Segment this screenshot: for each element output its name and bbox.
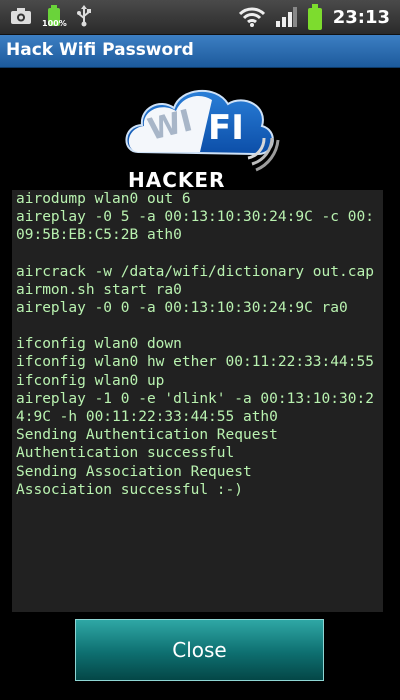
app-title: Hack Wifi Password <box>6 40 194 60</box>
terminal-line: Authentication successful <box>16 445 235 462</box>
terminal-line: Sending Authentication Request <box>16 427 278 444</box>
logo-word-hacker: HACKER <box>128 168 226 192</box>
wifi-icon <box>238 7 265 27</box>
terminal-line: aircrack -w /data/wifi/dictionary out.ca… <box>16 263 374 280</box>
signal-icon <box>275 7 297 27</box>
title-bar: Hack Wifi Password <box>0 35 400 68</box>
wifi-hacker-logo: WI FI HACKER <box>120 78 280 192</box>
terminal-line: ifconfig wlan0 hw ether 00:11:22:33:44:5… <box>16 354 374 371</box>
terminal-line: airodump wlan0 out 6 <box>16 191 191 207</box>
terminal-line: aireplay -0 0 -a 00:13:10:30:24:9C ra0 <box>16 300 348 317</box>
battery-percent: 100% <box>42 19 67 28</box>
terminal-line: aireplay -1 0 -e 'dlink' -a 00:13:10:30:… <box>16 390 374 426</box>
terminal-line: Association successful :-) <box>16 481 243 498</box>
terminal-line: ifconfig wlan0 up <box>16 372 165 389</box>
logo-word-fi: FI <box>208 108 244 148</box>
terminal-line: aireplay -0 5 -a 00:13:10:30:24:9C -c 00… <box>16 209 374 244</box>
close-button[interactable]: Close <box>75 619 324 681</box>
terminal-output: airodump wlan0 out 6 aireplay -0 5 -a 00:… <box>12 190 383 612</box>
camera-icon <box>11 8 31 24</box>
clock: 23:13 <box>332 6 390 28</box>
terminal-line: airmon.sh start ra0 <box>16 281 182 298</box>
terminal-line: Sending Association Request <box>16 463 252 480</box>
battery-icon: 100% <box>42 5 67 28</box>
terminal-text: airodump wlan0 out 6 aireplay -0 5 -a 00:… <box>12 190 383 499</box>
battery-full-icon <box>307 4 323 30</box>
terminal-line: ifconfig wlan0 down <box>16 336 182 353</box>
usb-icon <box>77 5 91 27</box>
status-bar: 100% 23:13 <box>0 0 400 35</box>
